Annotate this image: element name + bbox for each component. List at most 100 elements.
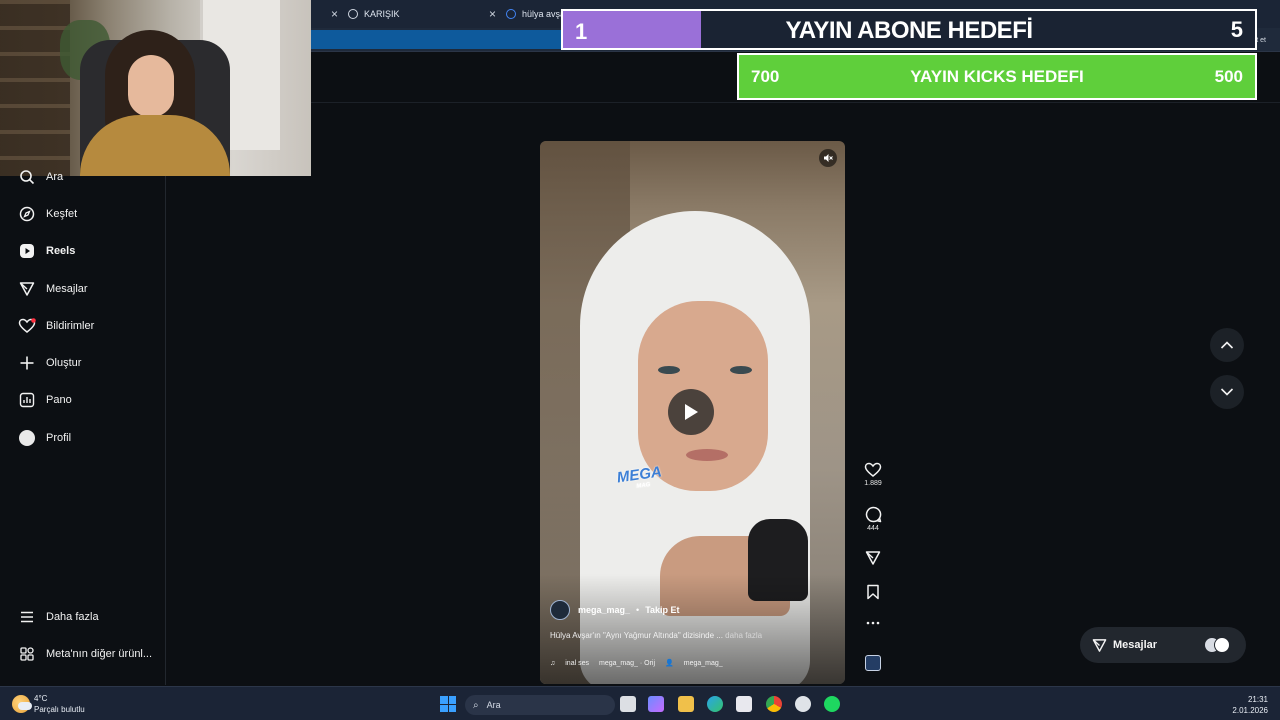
subscriber-goal-target: 5 [1230, 17, 1243, 42]
sidebar-item-messages[interactable]: Mesajlar [18, 278, 88, 300]
send-icon [18, 280, 36, 298]
compass-icon [18, 205, 36, 223]
next-reel-button[interactable] [1210, 375, 1244, 409]
kicks-goal-title: YAYIN KICKS HEDEFI [910, 67, 1084, 86]
edge-icon[interactable] [707, 696, 723, 712]
webcam-feed [0, 0, 311, 176]
globe-icon [348, 9, 359, 19]
sidebar-item-label: Bildirimler [46, 320, 95, 332]
address-bar[interactable] [311, 30, 561, 49]
more-options-button[interactable] [860, 620, 886, 626]
weather-icon [12, 695, 32, 713]
tab-label: KARIŞIK [364, 9, 400, 19]
sidebar-item-label: Meta'nın diğer ürünl... [46, 648, 153, 660]
chevron-up-icon [1220, 341, 1234, 349]
reel-video[interactable]: MEGA MAG mega_mag_ • Takip Et Hülya Avşar… [540, 141, 845, 684]
sidebar-item-profile[interactable]: Profil [18, 427, 71, 449]
video-bottom-gradient [540, 574, 845, 684]
save-button[interactable] [860, 584, 886, 600]
play-button[interactable] [668, 389, 714, 435]
close-icon[interactable]: × [331, 7, 338, 21]
search-icon: ⌕ [473, 699, 479, 711]
tagged-user[interactable]: mega_mag_ [684, 660, 723, 667]
sidebar-item-explore[interactable]: Keşfet [18, 203, 77, 225]
chart-icon [18, 391, 36, 409]
bookshelf [0, 0, 70, 176]
system-clock[interactable]: 21:31 2.01.2026 [1232, 694, 1268, 716]
bookmark-icon [867, 584, 879, 600]
sidebar-item-meta-products[interactable]: Meta'nın diğer ürünl... [18, 643, 152, 665]
follow-button[interactable]: Takip Et [645, 605, 679, 615]
comment-button[interactable]: 444 [860, 506, 886, 532]
streamer-face [128, 55, 174, 117]
heart-icon [18, 317, 36, 335]
sidebar-item-reels[interactable]: Reels [18, 240, 75, 262]
weather-temperature: 4°C [34, 694, 48, 703]
sidebar-item-label: Mesajlar [46, 283, 88, 295]
sidebar-item-label: Ara [46, 171, 64, 183]
subscriber-goal-current: 1 [575, 19, 588, 44]
avatar [1214, 637, 1230, 653]
previous-reel-button[interactable] [1210, 328, 1244, 362]
tab-previous[interactable]: × KARIŞIK [331, 0, 400, 28]
weather-description: Parçalı bulutlu [34, 705, 85, 714]
screen: × KARIŞIK × hülya avşa tagram A ☆ ★ ↺ ⇪ … [0, 0, 1280, 720]
audio-thumbnail[interactable] [865, 655, 881, 671]
spotify-icon[interactable] [824, 696, 840, 712]
chevron-down-icon [1220, 388, 1234, 396]
search-icon [18, 168, 36, 186]
reel-author: mega_mag_ • Takip Et [550, 600, 680, 620]
windows-taskbar: 4°C Parçalı bulutlu ⌕ Ara 21:31 2.01.202… [0, 686, 1280, 720]
reel-caption: Hülya Avşar'ın "Aynı Yağmur Altında" diz… [550, 631, 762, 640]
like-count: 1.889 [864, 480, 882, 487]
google-icon [506, 9, 517, 19]
mute-icon [824, 154, 833, 162]
header-divider [311, 102, 1280, 103]
sidebar-item-label: Pano [46, 394, 72, 406]
sidebar-item-search[interactable]: Ara [18, 166, 63, 188]
start-button[interactable] [440, 696, 456, 712]
audio-label[interactable]: inal ses [565, 660, 589, 667]
kicks-goal-current: 700 [751, 67, 780, 86]
sidebar-item-label: Reels [46, 245, 76, 257]
chrome-icon[interactable] [766, 696, 782, 712]
mute-button[interactable] [819, 149, 837, 167]
video-subject-eye [730, 366, 752, 374]
sidebar-item-notifications[interactable]: Bildirimler [18, 315, 94, 337]
subscriber-goal-bar: YAYIN ABONE HEDEFİ 1 5 [561, 9, 1257, 50]
copilot-app-icon[interactable] [648, 696, 664, 712]
clock-date: 2.01.2026 [1232, 706, 1268, 715]
settings-app-icon[interactable] [795, 696, 811, 712]
message-avatars [1204, 637, 1232, 653]
comment-icon [865, 506, 881, 523]
heart-icon [864, 462, 882, 477]
send-icon [865, 551, 881, 565]
menu-icon [18, 608, 36, 626]
sidebar-item-dashboard[interactable]: Pano [18, 389, 72, 411]
weather-widget[interactable]: 4°C Parçalı bulutlu [12, 693, 85, 715]
tab-search[interactable]: × hülya avşa [489, 0, 565, 28]
taskbar-search[interactable]: ⌕ Ara [465, 695, 615, 715]
reel-audio-row: ♫ inal ses mega_mag_ · Orij 👤 mega_mag_ [550, 659, 733, 668]
sidebar-item-label: Keşfet [46, 208, 78, 220]
author-avatar[interactable] [550, 600, 570, 620]
mega-mag-watermark: MEGA MAG [615, 463, 663, 490]
caption-text: Hülya Avşar'ın "Aynı Yağmur Altında" diz… [550, 631, 723, 640]
comment-count: 444 [867, 525, 879, 532]
messages-button[interactable]: Mesajlar [1080, 627, 1246, 663]
separator-dot: • [636, 605, 640, 615]
like-button[interactable]: 1.889 [860, 462, 886, 487]
task-view-icon[interactable] [620, 696, 636, 712]
profile-avatar [18, 429, 36, 447]
audio-source[interactable]: mega_mag_ · Orij [599, 660, 655, 667]
author-username[interactable]: mega_mag_ [578, 605, 630, 615]
file-explorer-icon[interactable] [678, 696, 694, 712]
sidebar-item-more[interactable]: Daha fazla [18, 606, 99, 628]
share-button[interactable] [860, 550, 886, 566]
close-icon[interactable]: × [489, 7, 496, 21]
kicks-goal-bar: YAYIN KICKS HEDEFI 700 500 [737, 53, 1257, 100]
sidebar-item-create[interactable]: Oluştur [18, 352, 81, 374]
store-icon[interactable] [736, 696, 752, 712]
caption-more-link[interactable]: daha fazla [725, 631, 762, 640]
messages-label: Mesajlar [1113, 639, 1158, 651]
